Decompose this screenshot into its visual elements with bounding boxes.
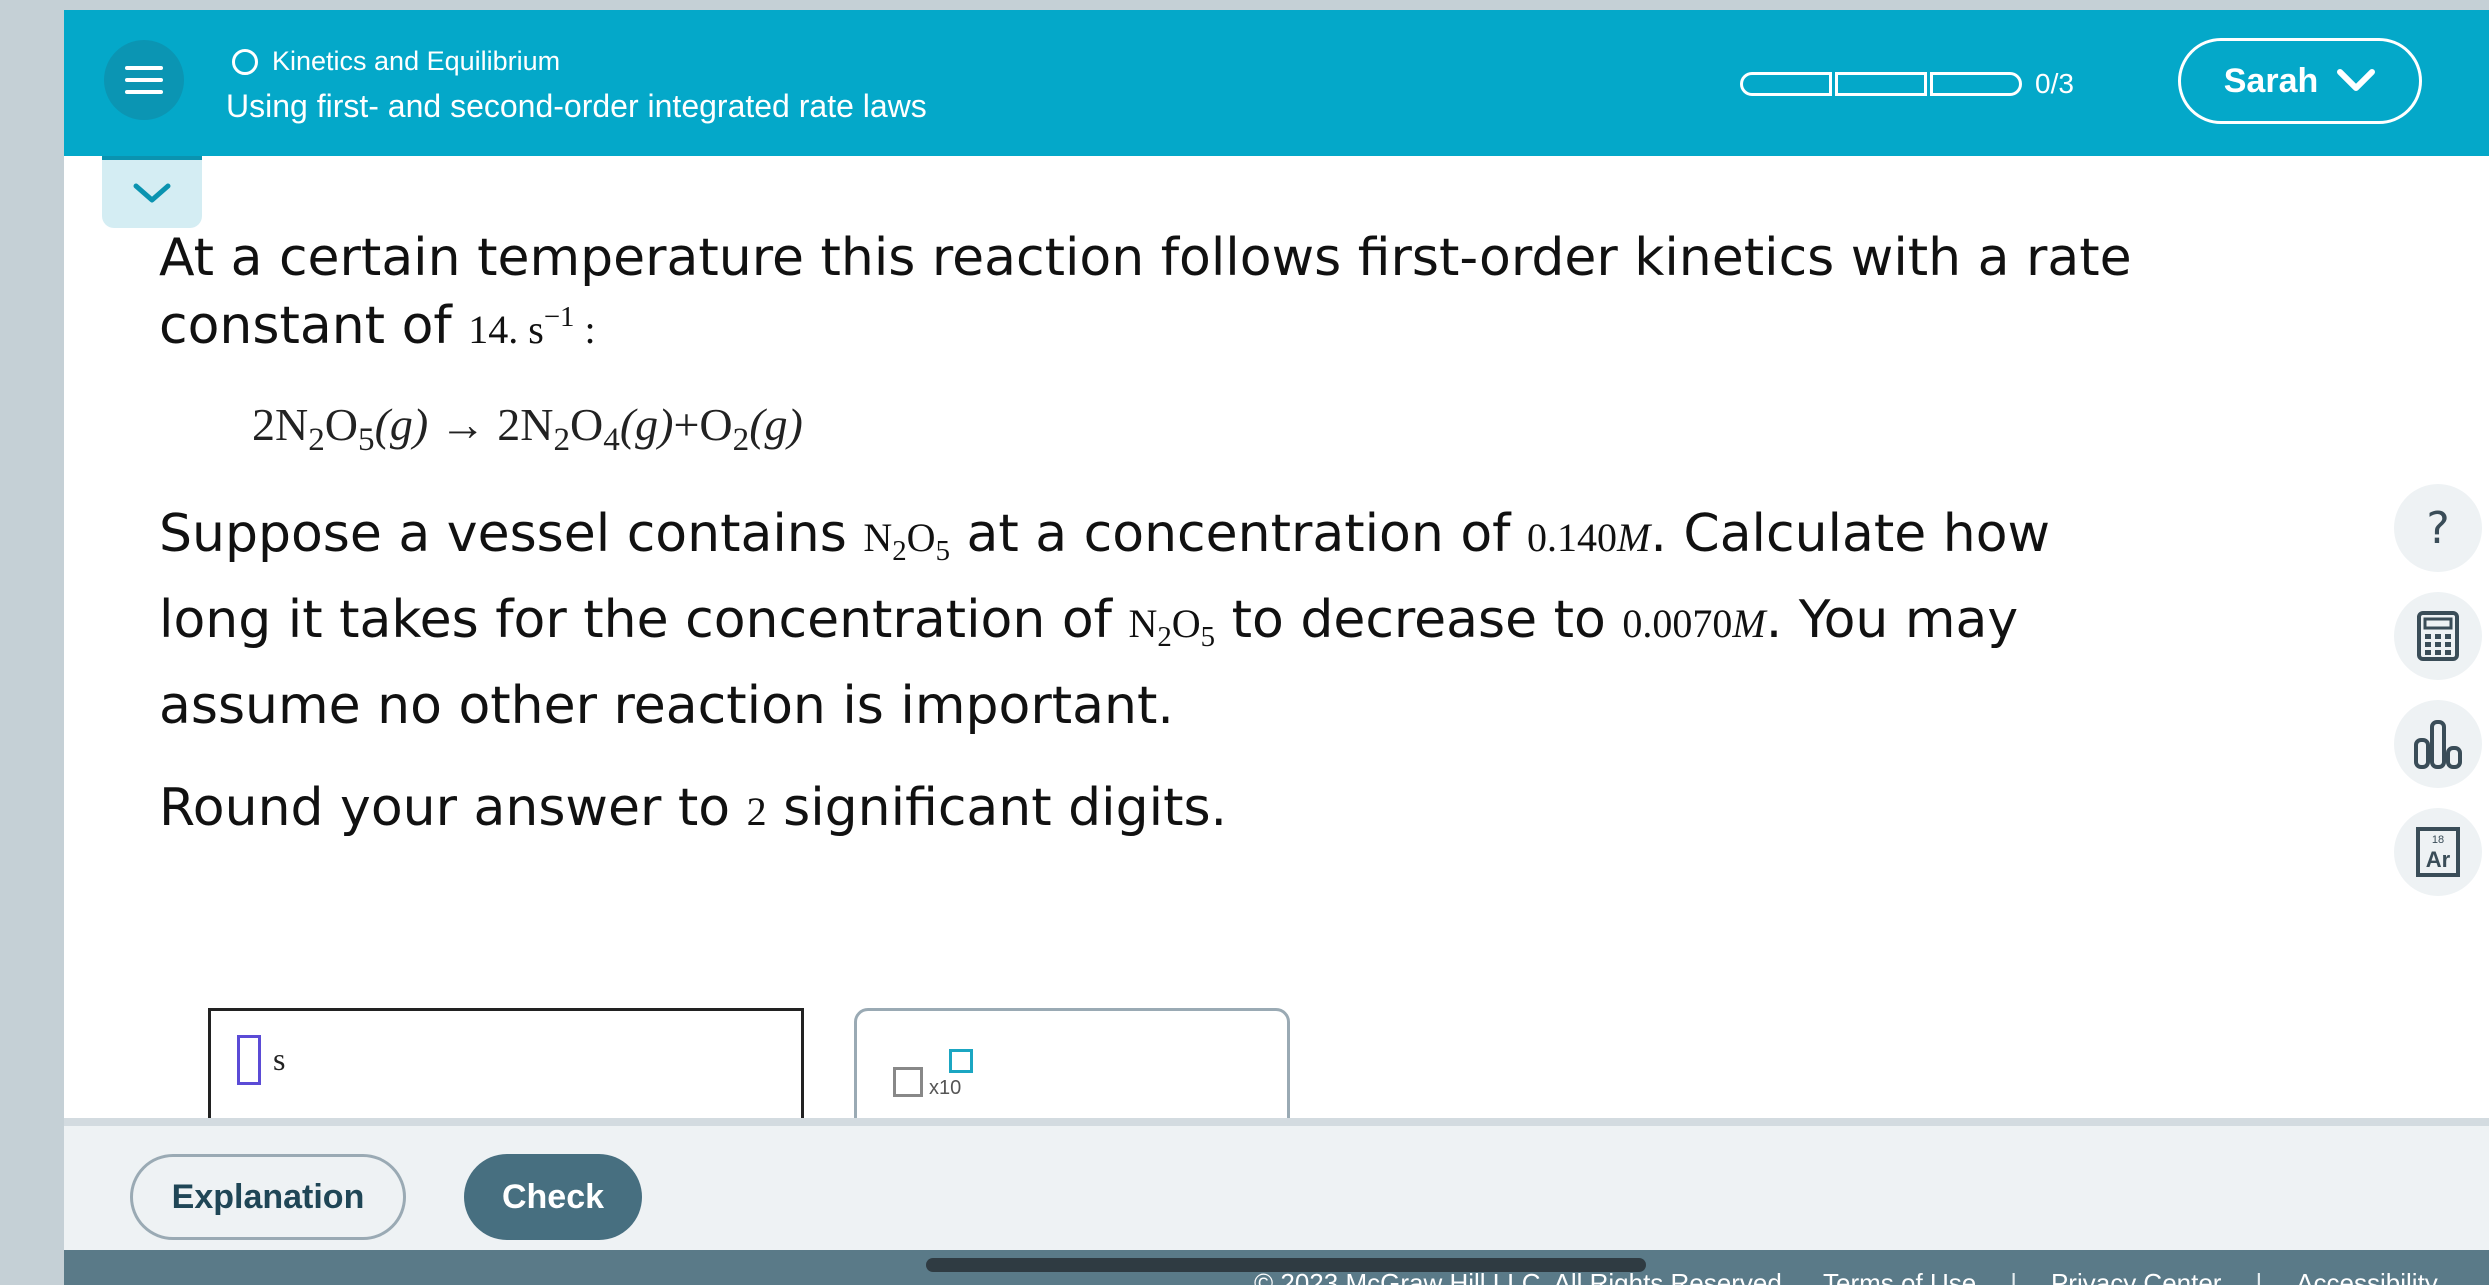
chevron-down-icon	[2337, 69, 2376, 91]
eq-state: (g)	[374, 399, 429, 450]
x10-label: x10	[929, 1077, 962, 1099]
conc-value: 0.0070	[1622, 601, 1733, 646]
initial-concentration: 0.140M	[1527, 515, 1650, 560]
explanation-button[interactable]: Explanation	[130, 1154, 406, 1240]
terms-link[interactable]: Terms of Use	[1823, 1268, 1976, 1285]
question-text: constant of	[159, 296, 469, 356]
formula-part: N	[863, 515, 893, 560]
answer-input-slot[interactable]	[237, 1035, 261, 1085]
eq-sub: 2	[732, 420, 750, 458]
scientific-notation-button[interactable]	[893, 1067, 923, 1097]
periodic-number: 18	[2432, 834, 2444, 846]
data-button[interactable]	[2394, 700, 2482, 788]
reaction-arrow: →	[439, 399, 486, 450]
footer-separator: |	[2010, 1268, 2017, 1285]
footer: © 2023 McGraw Hill LLC. All Rights Reser…	[64, 1250, 2489, 1285]
question-line: Round your answer to 2 significant digit…	[159, 778, 1227, 838]
action-bar: Explanation Check	[64, 1118, 2489, 1260]
question-line: constant of 14. s−1 :	[159, 296, 596, 356]
question-line: Suppose a vessel contains N2O5 at a conc…	[159, 504, 2051, 567]
question-text: Suppose a vessel contains	[159, 504, 864, 564]
accessibility-link[interactable]: Accessibility	[2296, 1268, 2438, 1285]
menu-button[interactable]	[104, 40, 184, 120]
question-line: At a certain temperature this reaction f…	[159, 228, 2132, 288]
formula-sub: 2	[1157, 620, 1172, 653]
calculator-button[interactable]	[2394, 592, 2482, 680]
circle-icon	[232, 48, 258, 75]
question-text: significant digits.	[766, 778, 1228, 838]
footer-separator: |	[2255, 1268, 2263, 1285]
species-formula: N2O5	[1128, 601, 1215, 653]
formula-sub: 5	[935, 534, 950, 567]
formula-part: O	[1171, 601, 1201, 646]
progress-segment	[1835, 72, 1927, 96]
molar-unit: M	[1732, 601, 1766, 646]
eq-term: 2N	[497, 399, 554, 450]
menu-icon	[125, 90, 163, 94]
user-name: Sarah	[2223, 61, 2319, 100]
periodic-table-button[interactable]: 18 Ar	[2394, 808, 2482, 896]
rate-constant: 14. s−1 :	[468, 301, 596, 352]
collapse-toggle[interactable]	[102, 156, 202, 228]
colon: :	[584, 307, 596, 352]
formula-part: O	[906, 515, 936, 560]
rate-unit: s	[528, 307, 544, 352]
privacy-link[interactable]: Privacy Center	[2051, 1268, 2222, 1285]
final-concentration: 0.0070M	[1622, 601, 1765, 646]
progress-segment	[1740, 72, 1832, 96]
page-title: Using first- and second-order integrated…	[226, 88, 927, 124]
question-text: to decrease to	[1215, 590, 1623, 650]
sig-digits: 2	[746, 789, 767, 834]
progress-segment	[1930, 72, 2022, 96]
breadcrumb: Kinetics and Equilibrium	[232, 46, 560, 77]
breadcrumb-topic: Kinetics and Equilibrium	[272, 46, 561, 76]
check-button[interactable]: Check	[464, 1154, 642, 1240]
periodic-table-icon: 18 Ar	[2416, 827, 2460, 877]
question-text: long it takes for the concentration of	[159, 590, 1129, 650]
exponent-box	[949, 1049, 973, 1073]
eq-sub: 2	[308, 420, 325, 458]
menu-icon	[125, 78, 163, 82]
user-menu-button[interactable]: Sarah	[2178, 38, 2422, 124]
formula-sub: 2	[892, 534, 907, 567]
eq-term: O	[324, 399, 359, 450]
footer-links: © 2023 McGraw Hill LLC. All Rights Reser…	[1254, 1268, 2472, 1285]
eq-sub: 5	[358, 420, 375, 458]
question-text: at a concentration of	[949, 504, 1527, 564]
question-line: assume no other reaction is important.	[159, 676, 1174, 736]
question-mark-icon: ?	[2426, 502, 2450, 554]
eq-term: O	[699, 399, 733, 450]
rate-exponent: −1	[543, 300, 575, 333]
periodic-symbol: Ar	[2426, 847, 2451, 872]
species-formula: N2O5	[863, 515, 950, 567]
bar-chart-icon	[2414, 720, 2462, 769]
rate-constant-value: 14.	[468, 307, 519, 352]
app-window: Kinetics and Equilibrium Using first- an…	[64, 10, 2489, 1285]
help-button[interactable]: ?	[2394, 484, 2482, 572]
question-text: . Calculate how	[1650, 504, 2051, 564]
eq-term: O	[570, 399, 604, 450]
copyright-text: © 2023 McGraw Hill LLC. All Rights Reser…	[1254, 1268, 1790, 1285]
eq-state: (g)	[749, 399, 803, 450]
conc-value: 0.140	[1527, 515, 1617, 560]
progress-indicator: 0/3	[1740, 68, 2074, 100]
formula-part: N	[1128, 601, 1158, 646]
formula-sub: 5	[1200, 620, 1216, 653]
answer-unit: s	[273, 1041, 286, 1077]
eq-term: 2N	[252, 399, 309, 450]
eq-sub: 2	[553, 420, 571, 458]
top-bar: Kinetics and Equilibrium Using first- an…	[64, 10, 2489, 156]
eq-sub: 4	[603, 420, 620, 458]
chevron-down-icon	[133, 183, 171, 203]
question-text: Round your answer to	[159, 778, 747, 838]
chemical-equation: 2N2O5(g) → 2N2O4(g)+O2(g)	[252, 398, 803, 458]
question-line: long it takes for the concentration of N…	[159, 590, 2019, 653]
menu-icon	[125, 66, 163, 70]
eq-state: (g)	[619, 399, 674, 450]
calculator-icon	[2417, 611, 2459, 661]
eq-plus: +	[673, 399, 700, 450]
progress-label: 0/3	[2035, 68, 2074, 99]
molar-unit: M	[1617, 515, 1651, 560]
question-text: . You may	[1765, 590, 2019, 650]
